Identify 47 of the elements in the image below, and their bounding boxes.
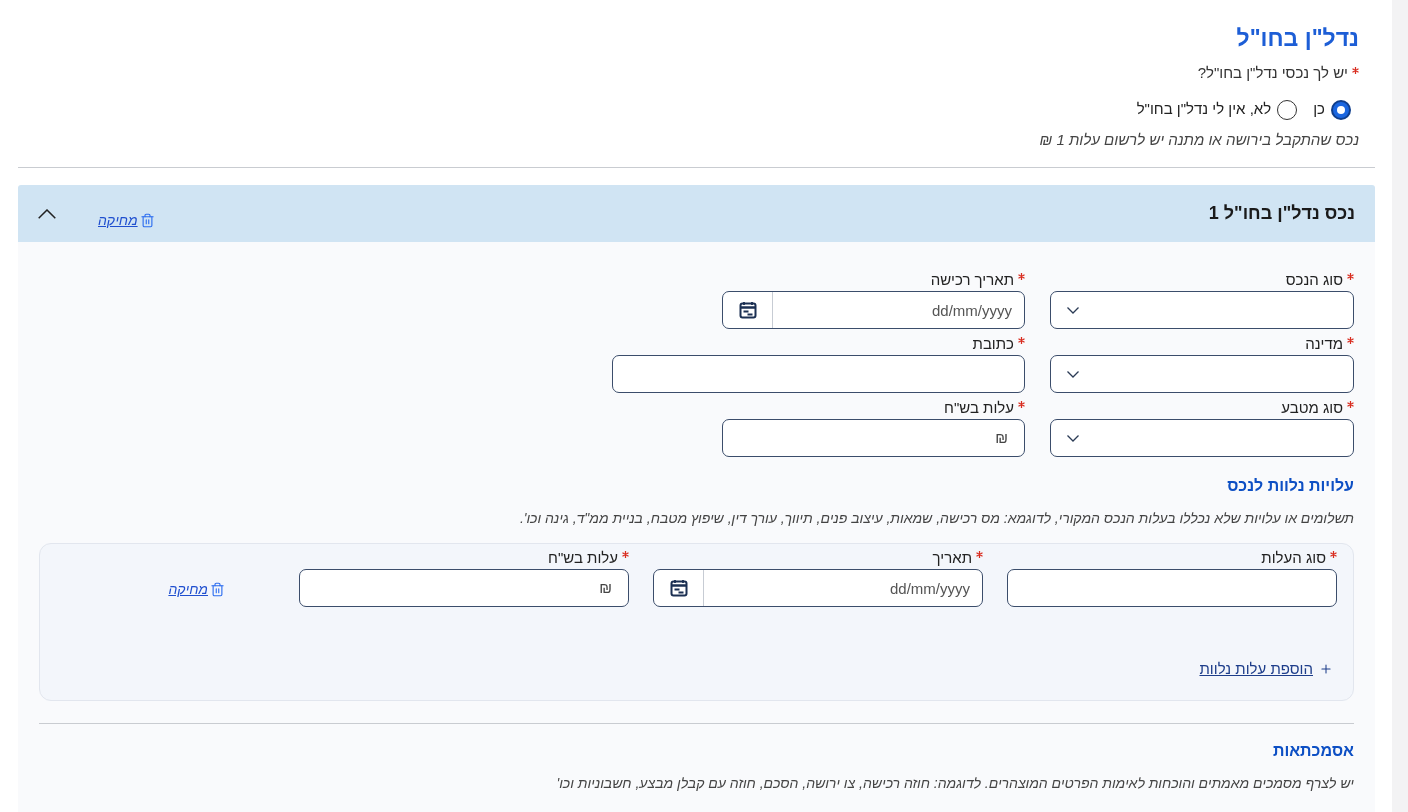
add-cost-link[interactable]: הוספת עלות נלוות — [1199, 657, 1333, 681]
description-text: יש לצרף מסמכים מאמתים והוכחות לאימות הפרטים המוצהרים. לדוגמה: חוזה רכישה, צו ירושה, הסכם, חוזה עם קבלן מבצע, חשבוניות וכו' — [555, 774, 1354, 794]
radio-button[interactable] — [1331, 99, 1351, 120]
field-label: סוג העלות — [1261, 549, 1326, 565]
radio-label[interactable]: כן — [1313, 98, 1325, 121]
section-heading: אסמכתאות — [1271, 741, 1354, 762]
trash-icon — [139, 213, 155, 229]
field-label: תאריך — [932, 549, 972, 565]
field-label: כתובת — [972, 335, 1014, 351]
select-field[interactable] — [1050, 355, 1354, 394]
description-text: תשלומים או עלויות שלא נכללו בעלות הנכס המקורי, לדוגמא: מס רכישה, שמאות, עיצוב פנים, תיווך, עורך דין, שיפוץ מטבח, בניית ממ"ד, גינה וכו'. — [518, 509, 1354, 529]
date-input[interactable]: dd/mm/yyyy — [773, 292, 1024, 329]
radio-label[interactable]: לא, אין לי נדל"ן בחו"ל — [1136, 98, 1272, 121]
calendar-icon[interactable] — [738, 301, 757, 320]
chevron-down-icon — [1067, 434, 1079, 442]
date-input[interactable]: dd/mm/yyyy — [704, 570, 982, 607]
text-field[interactable] — [612, 355, 1025, 394]
field-label: סוג מטבע — [1281, 399, 1343, 415]
delete-link[interactable]: מחיקה — [98, 210, 155, 232]
select-field[interactable] — [1050, 291, 1354, 330]
currency-field[interactable]: ₪ — [299, 569, 629, 608]
radio-button[interactable] — [1277, 99, 1298, 120]
field-label: סוג הנכס — [1285, 271, 1343, 287]
field-label: מדינה — [1305, 335, 1343, 351]
delete-link[interactable]: מחיקה — [168, 579, 225, 601]
trash-icon — [210, 582, 225, 598]
accordion-header[interactable]: נכס נדל"ן בחו"ל 1 מחיקה — [18, 185, 1375, 243]
property-title: נכס נדל"ן בחו"ל 1 — [1208, 202, 1355, 226]
field-label: תאריך רכישה — [930, 271, 1014, 287]
chevron-down-icon — [1067, 370, 1079, 378]
question-label: יש לך נכסי נדל"ן בחו"ל? — [1197, 62, 1348, 83]
field-label: עלות בש"ח — [944, 399, 1014, 415]
chevron-down-icon — [1067, 306, 1079, 314]
shekel-symbol: ₪ — [994, 428, 1009, 448]
page-title: נדל"ן בחו"ל — [1235, 24, 1360, 53]
chevron-up-icon[interactable] — [38, 208, 56, 219]
calendar-icon[interactable] — [669, 579, 688, 598]
note-text: נכס שהתקבל בירושה או מתנה יש לרשום עלות 1 ₪ — [1038, 129, 1360, 150]
text-field[interactable] — [1007, 569, 1337, 608]
date-field[interactable]: dd/mm/yyyy — [653, 569, 983, 608]
section-heading: עלויות נלוות לנכס — [1226, 476, 1354, 497]
shekel-symbol: ₪ — [598, 578, 613, 598]
field-label: עלות בש"ח — [548, 549, 618, 565]
currency-field[interactable]: ₪ — [722, 419, 1025, 458]
select-field[interactable] — [1050, 419, 1354, 458]
plus-icon — [1319, 662, 1333, 676]
date-field[interactable]: dd/mm/yyyy — [722, 291, 1025, 330]
